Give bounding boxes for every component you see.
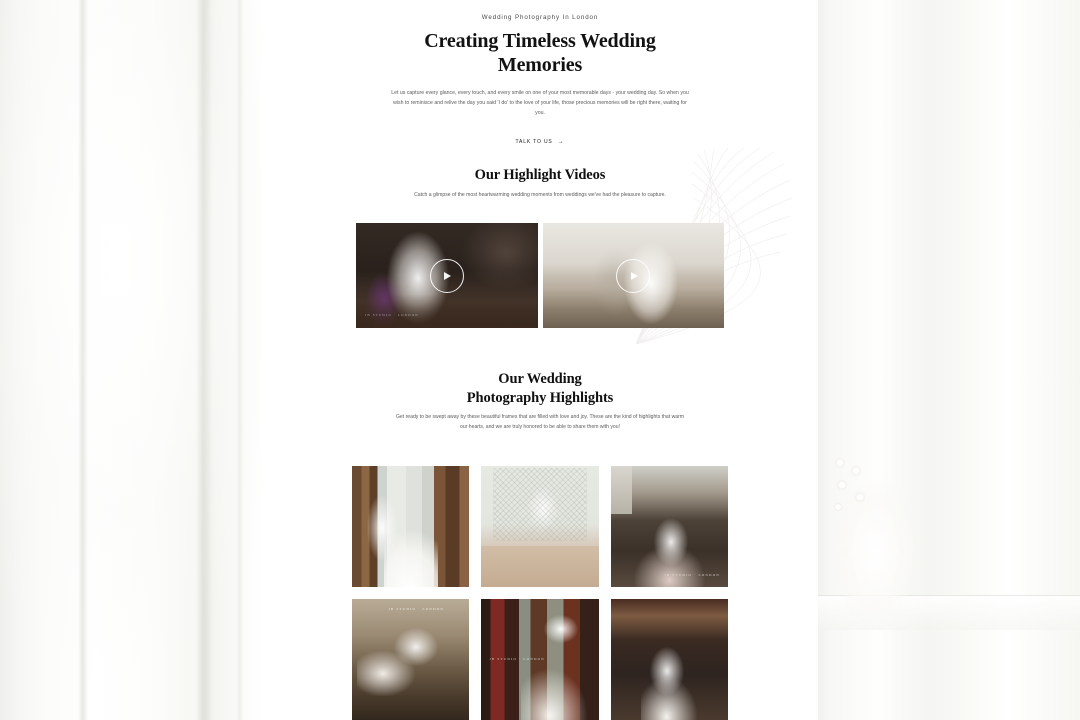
video-thumbnail-list: JB STUDIO · LONDON (356, 223, 724, 328)
photography-highlights-title: Our Wedding Photography Highlights (352, 370, 728, 407)
watermark: JB STUDIO · LONDON (365, 313, 419, 317)
page-column: Wedding Photography In London Creating T… (262, 0, 818, 720)
talk-to-us-button[interactable]: TALK TO US → (516, 137, 565, 147)
watermark: JB STUDIO · LONDON (388, 607, 445, 611)
photo-gallery-grid: JB STUDIO · LONDON JB STUDIO · LONDON JB… (352, 466, 728, 720)
gallery-photo[interactable] (481, 466, 599, 587)
gallery-photo[interactable]: JB STUDIO · LONDON (352, 599, 470, 720)
gallery-photo[interactable]: JB STUDIO · LONDON (610, 466, 728, 587)
gallery-photo[interactable] (352, 466, 470, 587)
window-frame-edge (78, 0, 88, 720)
gallery-photo[interactable] (610, 599, 728, 720)
watermark: JB STUDIO · LONDON (489, 657, 545, 662)
hero-eyebrow: Wedding Photography In London (481, 14, 599, 21)
hero-card: Wedding Photography In London Creating T… (352, 0, 728, 145)
video-thumbnail[interactable] (542, 223, 724, 328)
watermark: JB STUDIO · LONDON (664, 573, 720, 577)
highlights-title-line-2: Photography Highlights (466, 389, 614, 406)
highlight-videos-description: Catch a glimpse of the most heartwarming… (414, 191, 666, 198)
highlight-videos-header: Our Highlight Videos Catch a glimpse of … (352, 166, 728, 200)
highlights-title-line-1: Our Wedding (498, 371, 582, 387)
play-icon[interactable] (616, 258, 651, 293)
window-frame-edge (236, 0, 244, 720)
play-icon[interactable] (429, 258, 464, 293)
bridal-shoe-pearls (830, 455, 876, 527)
photography-highlights-header: Our Wedding Photography Highlights Get r… (352, 370, 728, 433)
video-thumbnail[interactable]: JB STUDIO · LONDON (356, 223, 538, 328)
gallery-photo[interactable]: JB STUDIO · LONDON (481, 599, 599, 720)
talk-to-us-label: TALK TO US (515, 139, 553, 146)
highlight-videos-title: Our Highlight Videos (474, 167, 606, 183)
hero-description: Let us capture every glance, every touch… (391, 89, 689, 117)
window-frame-edge (196, 0, 212, 720)
arrow-right-icon: → (557, 139, 565, 146)
photography-highlights-description: Get ready to be swept away by these beau… (395, 414, 685, 431)
page-title: Creating Timeless Wedding Memories (424, 30, 656, 77)
